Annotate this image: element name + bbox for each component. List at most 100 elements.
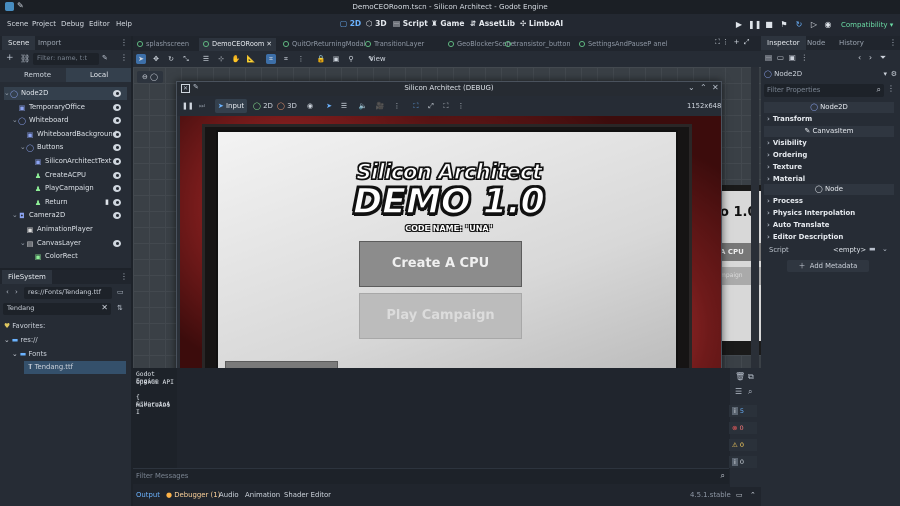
tree-node-createacpu[interactable]: ♟ CreateACPU [28, 169, 127, 182]
movie-icon[interactable]: ◉ [822, 19, 834, 31]
reload-icon[interactable]: ↻ [793, 19, 805, 31]
visibility-eye-icon[interactable] [113, 103, 121, 111]
menu-scene[interactable]: Scene [7, 20, 28, 28]
list-tool-icon[interactable]: ☰ [201, 54, 211, 64]
tab-remote[interactable]: Remote [24, 71, 51, 79]
renderer-select[interactable]: Compatibility ▾ [841, 21, 893, 29]
fs-search-input[interactable]: Tendang ✕ [3, 303, 111, 315]
open-resource-icon[interactable]: ▭ [777, 53, 784, 62]
tab-local[interactable]: Local [90, 71, 108, 79]
next-frame-icon[interactable]: ⏭ [197, 101, 207, 111]
debug-menu-icon[interactable]: ⋮ [392, 101, 402, 111]
tree-node-node2d[interactable]: ⌄◯ Node2D [4, 87, 127, 100]
camera-override-icon[interactable]: 🎥 [375, 101, 385, 111]
tab-audio[interactable]: Audio [219, 491, 239, 499]
fullscreen-icon[interactable]: ⛶ [441, 101, 451, 111]
back-icon[interactable]: ‹ [6, 288, 9, 296]
visibility-eye-icon[interactable] [113, 144, 121, 152]
play-campaign-button[interactable]: Play Campaign [359, 293, 522, 339]
lock-icon[interactable]: 🔒 [316, 54, 326, 64]
tab-animation[interactable]: Animation [245, 491, 280, 499]
tab-import[interactable]: Import [32, 36, 67, 50]
fs-file-tendang[interactable]: 𝐓 Tendang.ttf [24, 361, 126, 374]
script-folder-icon[interactable]: ▬ [869, 245, 876, 253]
section-process[interactable]: Process [767, 197, 803, 205]
add-node-icon[interactable]: + [6, 53, 14, 63]
section-material[interactable]: Material [767, 175, 805, 183]
filter-lines-icon[interactable]: ☰ [735, 387, 742, 396]
close-icon[interactable]: ✕ [712, 83, 719, 92]
create-cpu-button[interactable]: Create A CPU [359, 241, 522, 287]
section-physics-interpolation[interactable]: Physics Interpolation [767, 209, 855, 217]
collapse-panel-icon[interactable]: ⌃ [750, 491, 756, 499]
minimize-icon[interactable]: ⌄ [688, 83, 695, 92]
tree-node-return[interactable]: ♟ Return ▮ [28, 196, 127, 209]
visibility-eye-icon[interactable] [113, 198, 121, 206]
expand-icon[interactable]: ⤢ [744, 38, 750, 46]
close-tab-icon[interactable]: ✕ [264, 40, 272, 48]
tab-inspector[interactable]: Inspector [761, 36, 806, 50]
tree-node-animationplayer[interactable]: ▣ AnimationPlayer [20, 223, 127, 236]
editor-tab-transitionlayer[interactable]: TransitionLayer [365, 38, 424, 51]
play-scene-icon[interactable]: ▷ [808, 19, 820, 31]
fs-favorites[interactable]: ♥ Favorites: [4, 322, 45, 330]
section-texture[interactable]: Texture [767, 163, 802, 171]
maximize-icon[interactable]: ⌃ [700, 83, 707, 92]
scene-filter-input[interactable]: Filter: name, t:t [33, 53, 99, 65]
workspace-2d[interactable]: ▢ 2D [340, 19, 361, 28]
pointer-icon[interactable]: ➤ [324, 101, 334, 111]
workspace-limboai[interactable]: ✣ LimboAI [520, 19, 563, 28]
fs-menu-icon[interactable]: ⋮ [120, 272, 128, 281]
snap-menu-icon[interactable]: ⋮ [296, 54, 306, 64]
fs-res-root[interactable]: ⌄ ▬ res:// [4, 336, 38, 344]
menu-editor[interactable]: Editor [89, 20, 110, 28]
forward-icon[interactable]: › [15, 288, 18, 296]
property-options-icon[interactable]: ⋮ [887, 84, 895, 93]
clear-icon[interactable]: ✕ [101, 303, 108, 312]
history-forward-icon[interactable]: › [869, 53, 872, 62]
distraction-free-icon[interactable]: ⛶ [715, 38, 720, 46]
menu-debug[interactable]: Debug [61, 20, 84, 28]
stretch-icon[interactable]: ⤢ [426, 101, 436, 111]
tree-node-camera2d[interactable]: ⌄ ◘ Camera2D [12, 209, 127, 222]
script-dropdown-icon[interactable]: ⌄ [882, 245, 888, 253]
log-count-badge[interactable]: ⅰ 5 [729, 405, 757, 417]
history-back-icon[interactable]: ‹ [858, 53, 861, 62]
error-count-badge[interactable]: ⊗ 0 [729, 422, 757, 434]
sort-icon[interactable]: ⇅ [117, 304, 123, 312]
filter-messages-input[interactable]: Filter Messages ⌕ [133, 468, 729, 484]
section-visibility[interactable]: Visibility [767, 139, 807, 147]
section-ordering[interactable]: Ordering [767, 151, 807, 159]
workspace-script[interactable]: ▤ Script [393, 19, 428, 28]
pause-icon[interactable]: ❚❚ [748, 19, 761, 31]
play-icon[interactable]: ▶ [733, 19, 745, 31]
view-menu[interactable]: View [369, 55, 386, 63]
link-icon[interactable]: ⛓ [20, 54, 30, 63]
split-view-icon[interactable]: ▭ [117, 288, 124, 296]
pause-game-icon[interactable]: ❚❚ [182, 101, 194, 111]
extra-resource-icon[interactable]: ⋮ [801, 53, 809, 62]
inspector-menu-icon[interactable]: ⋮ [889, 38, 897, 47]
pan-tool-icon[interactable]: ✋ [231, 54, 241, 64]
viewport-scrollbar[interactable] [751, 67, 759, 368]
remote-debug-icon[interactable]: ⚑ [778, 19, 790, 31]
pivot-tool-icon[interactable]: ⊹ [216, 54, 226, 64]
input-toggle[interactable]: ➤ Input [215, 99, 247, 113]
rotate-tool-icon[interactable]: ↻ [166, 54, 176, 64]
ruler-tool-icon[interactable]: 📐 [246, 54, 256, 64]
audio-icon[interactable]: 🔈 [358, 101, 368, 111]
mode-2d-toggle[interactable]: ◯ 2D [253, 102, 273, 110]
visibility-eye-icon[interactable] [113, 90, 121, 97]
editor-tab-democeoroom[interactable]: DemoCEORoom ✕ [199, 38, 276, 51]
tree-node-playcampaign[interactable]: ♟ PlayCampaign [28, 182, 127, 195]
editor-tab-transistor_button[interactable]: transistor_button [505, 38, 571, 51]
script-attached-icon[interactable]: ▮ [105, 196, 109, 209]
tab-output[interactable]: Output [136, 491, 160, 499]
tab-node[interactable]: Node [801, 36, 831, 50]
add-tab-icon[interactable]: + [734, 38, 740, 46]
skeleton-icon[interactable]: ⚲ [346, 54, 356, 64]
tree-node-whiteboardbackground[interactable]: ▣ WhiteboardBackground [20, 128, 127, 141]
object-menu-icon[interactable]: ⚙ [891, 68, 897, 81]
tree-node-temporaryoffice[interactable]: ▣ TemporaryOffice [12, 101, 127, 114]
tree-node-canvaslayer[interactable]: ⌄▤ CanvasLayer [20, 237, 127, 250]
